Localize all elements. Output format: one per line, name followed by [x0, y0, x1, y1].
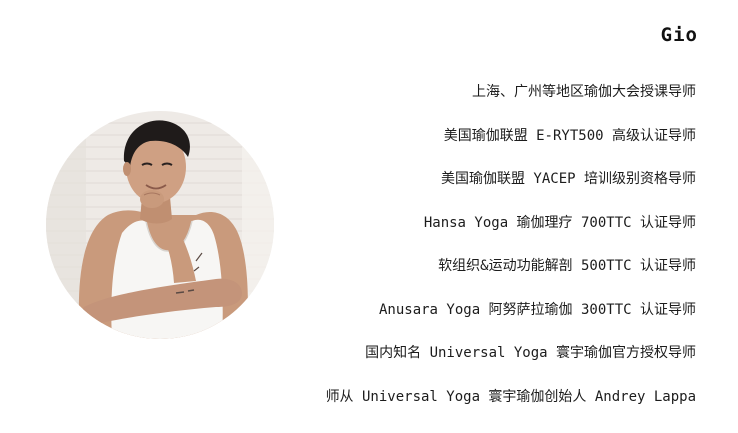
instructor-portrait	[46, 111, 274, 339]
credential-item: 国内知名 Universal Yoga 寰宇瑜伽官方授权导师	[365, 345, 696, 361]
credential-item: 师从 Universal Yoga 寰宇瑜伽创始人 Andrey Lappa	[325, 388, 696, 405]
credential-item: Hansa Yoga 瑜伽理疗 700TTC 认证导师	[423, 214, 696, 231]
instructor-photo	[46, 111, 274, 339]
credential-list: 上海、广州等地区瑜伽大会授课导师 美国瑜伽联盟 E-RYT500 高级认证导师 …	[326, 82, 696, 430]
instructor-name: Gio	[660, 24, 698, 46]
credential-item: 软组织&运动功能解剖 500TTC 认证导师	[438, 258, 696, 274]
credential-item: 上海、广州等地区瑜伽大会授课导师	[472, 84, 696, 100]
credential-item: Anusara Yoga 阿努萨拉瑜伽 300TTC 认证导师	[378, 301, 696, 318]
credential-item: 美国瑜伽联盟 E-RYT500 高级认证导师	[443, 127, 696, 144]
credential-item: 美国瑜伽联盟 YACEP 培训级别资格导师	[440, 171, 696, 187]
